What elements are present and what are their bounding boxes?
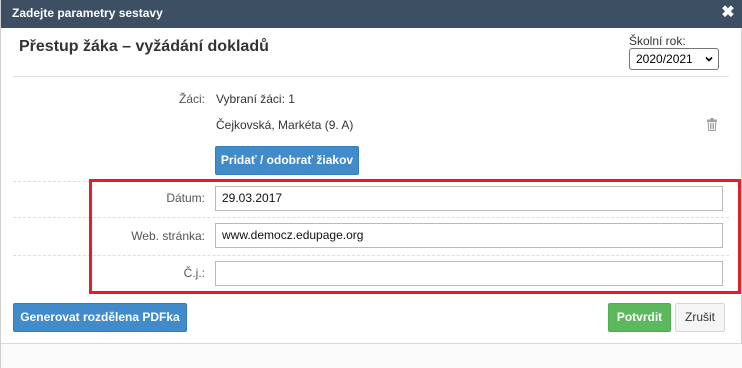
highlight-box [89,179,741,294]
dialog-title: Zadejte parametry sestavy [12,6,163,20]
students-label: Žáci: [178,92,205,106]
cancel-button[interactable]: Zrušit [675,303,725,332]
dialog-bottom-area [1,344,742,368]
chevron-down-icon [705,56,713,62]
students-count: Vybraní žáci: 1 [216,92,295,106]
student-list-item: Čejkovská, Markéta (9. A) [216,118,354,132]
confirm-button[interactable]: Potvrdit [608,303,671,332]
school-year-select[interactable]: 2020/2021 [629,48,719,70]
school-year-label: Školní rok: [629,34,686,48]
report-parameters-dialog: Zadejte parametry sestavy ✖ Přestup žáka… [0,0,742,368]
generate-split-pdf-button[interactable]: Generovat rozdělena PDFka [13,303,187,332]
trash-icon[interactable] [706,118,718,131]
report-title: Přestup žáka – vyžádání dokladů [19,38,269,55]
add-remove-students-button[interactable]: Pridať / odobrať žiakov [215,146,359,175]
close-icon[interactable]: ✖ [721,5,735,21]
header-divider [13,76,729,77]
dialog-titlebar: Zadejte parametry sestavy ✖ [1,0,742,28]
school-year-value: 2020/2021 [636,52,693,66]
